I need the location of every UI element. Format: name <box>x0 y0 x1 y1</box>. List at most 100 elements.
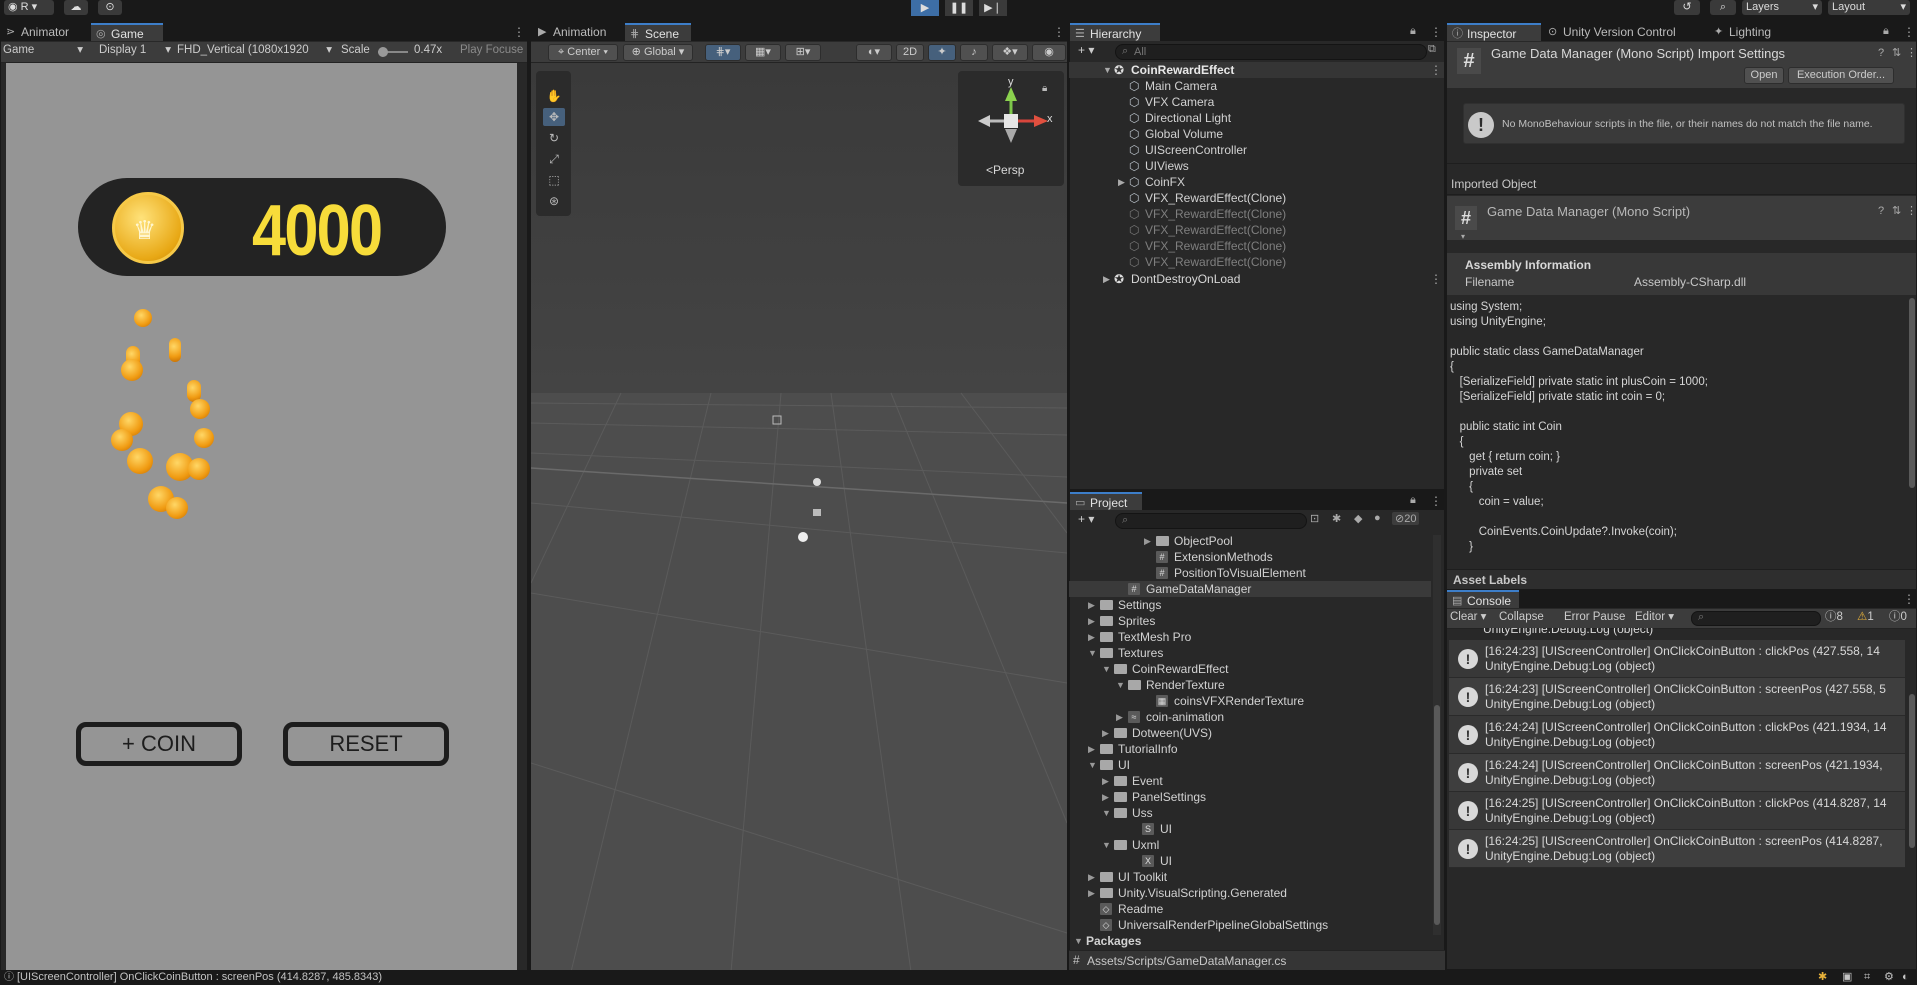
project-item[interactable]: ▶ TutorialInfo <box>1069 741 1431 757</box>
tab-animator[interactable]: ⋗ Animator <box>1 23 91 41</box>
effects-button[interactable]: ❖▾ <box>992 44 1028 61</box>
project-search-input[interactable]: ⌕ <box>1115 513 1307 529</box>
preset-icon[interactable]: ⇅ <box>1892 204 1901 217</box>
search-icon[interactable]: ⌕ <box>1710 0 1736 15</box>
scene-viewport[interactable] <box>531 63 1067 972</box>
display-mode-dropdown[interactable]: Game ▾ <box>3 42 85 59</box>
play-button[interactable]: ▶ <box>911 0 939 16</box>
tab-inspector[interactable]: ⓘ Inspector <box>1447 23 1541 41</box>
search-options-icon[interactable]: ⧉ <box>1428 43 1436 56</box>
hierarchy-item[interactable]: ⬡ VFX_RewardEffect(Clone) <box>1069 238 1444 254</box>
progress-icon[interactable]: ✱ <box>1818 970 1827 985</box>
project-item[interactable]: ▼ Packages <box>1069 933 1431 949</box>
project-item[interactable]: # GameDataManager <box>1069 581 1431 597</box>
snap-increment-button[interactable]: ⊞▾ <box>785 44 821 61</box>
lock-icon[interactable]: 🔒︎ <box>1410 494 1416 507</box>
project-item[interactable]: ◇ UniversalRenderPipelineGlobalSettings <box>1069 917 1431 933</box>
console-scrollbar[interactable] <box>1909 694 1915 848</box>
console-log-row[interactable]: ! [16:24:24] [UIScreenController] OnClick… <box>1449 754 1905 792</box>
warning-count-toggle[interactable]: ⚠1 <box>1857 609 1885 626</box>
project-item[interactable]: X UI <box>1069 853 1431 869</box>
expand-arrow-icon[interactable]: ▶ <box>1102 725 1109 741</box>
expand-arrow-icon[interactable]: ▶ <box>1088 597 1095 613</box>
scrollbar-thumb[interactable] <box>1434 705 1440 925</box>
layout-dropdown[interactable]: Layout ▾ <box>1828 0 1910 15</box>
project-item[interactable]: ▼ UI <box>1069 757 1431 773</box>
panel-menu-icon[interactable]: ⋮ <box>1430 494 1442 508</box>
tab-lighting[interactable]: ✦ Lighting <box>1709 23 1789 41</box>
project-item[interactable]: S UI <box>1069 821 1431 837</box>
console-log-row[interactable]: ! [16:24:23] [UIScreenController] OnClick… <box>1449 678 1905 716</box>
project-item[interactable]: ▼ CoinRewardEffect <box>1069 661 1431 677</box>
project-item[interactable]: # PositionToVisualElement <box>1069 565 1431 581</box>
hierarchy-scene-row[interactable]: ▼ ✪ CoinRewardEffect ⋮ <box>1069 62 1444 78</box>
project-scrollbar[interactable] <box>1433 535 1441 935</box>
project-item[interactable]: ▶ ObjectPool <box>1069 533 1431 549</box>
rect-tool-icon[interactable]: ⬚ <box>543 171 565 189</box>
editor-dropdown[interactable]: Editor ▾ <box>1635 609 1685 626</box>
filter-label-icon[interactable]: ◆ <box>1354 512 1362 525</box>
console-log-row[interactable]: ! [16:24:25] [UIScreenController] OnClick… <box>1449 830 1905 868</box>
grid-snap-button[interactable]: ⋕▾ <box>705 44 741 61</box>
hand-tool-icon[interactable]: ✋ <box>543 87 565 105</box>
expand-arrow-icon[interactable]: ▶ <box>1088 869 1095 885</box>
hierarchy-item[interactable]: ⬡ UIViews <box>1069 158 1444 174</box>
expand-arrow-icon[interactable]: ▶ <box>1088 613 1095 629</box>
lock-icon[interactable]: 🔒︎ <box>1883 25 1889 38</box>
expand-arrow-icon[interactable]: ▶ <box>1088 629 1095 645</box>
collapse-arrow-icon[interactable]: ▼ <box>1088 645 1097 661</box>
lock-icon[interactable]: 🔒︎ <box>1410 25 1416 38</box>
preset-icon[interactable]: ⇅ <box>1892 46 1901 59</box>
rotate-tool-icon[interactable]: ↻ <box>543 129 565 147</box>
tab-animation[interactable]: ▶ Animation <box>533 23 625 41</box>
network-icon[interactable]: ▣ <box>1842 970 1852 985</box>
clear-button[interactable]: Clear ▾ <box>1450 609 1494 626</box>
project-item[interactable]: ▶ Settings <box>1069 597 1431 613</box>
collapse-button[interactable]: Collapse <box>1499 609 1547 626</box>
shading-mode-button[interactable]: ◐▾ <box>856 44 892 61</box>
tab-scene[interactable]: ⋕ Scene <box>625 23 691 41</box>
expand-arrow-icon[interactable]: ▼ <box>1103 62 1112 78</box>
context-menu-icon[interactable]: ⋮ <box>1906 46 1917 59</box>
project-item[interactable]: ▼ Textures <box>1069 645 1431 661</box>
info-count-toggle[interactable]: ⓘ8 <box>1825 609 1853 626</box>
panel-menu-icon[interactable]: ⋮ <box>1903 592 1915 606</box>
help-icon[interactable]: ? <box>1878 47 1884 59</box>
row-menu-icon[interactable]: ⋮ <box>1430 271 1442 287</box>
expand-arrow-icon[interactable]: ▶ <box>1118 174 1125 190</box>
scale-tool-icon[interactable]: ⤢ <box>543 150 565 168</box>
hierarchy-item[interactable]: ⬡ Global Volume <box>1069 126 1444 142</box>
expand-arrow-icon[interactable]: ▶ <box>1102 773 1109 789</box>
hierarchy-item[interactable]: ⬡ VFX_RewardEffect(Clone) <box>1069 222 1444 238</box>
collapse-arrow-icon[interactable]: ▼ <box>1102 805 1111 821</box>
row-menu-icon[interactable]: ⋮ <box>1430 62 1442 78</box>
display-dropdown[interactable]: Display 1 ▾ <box>99 42 171 59</box>
cloud-icon[interactable]: ☁ <box>64 0 88 15</box>
tab-console[interactable]: ▤ Console <box>1447 590 1519 608</box>
collapse-arrow-icon[interactable]: ▼ <box>1102 661 1111 677</box>
project-item[interactable]: ▶ Sprites <box>1069 613 1431 629</box>
collapse-arrow-icon[interactable]: ▼ <box>1116 677 1125 693</box>
play-focused-dropdown[interactable]: Play Focuse <box>460 42 528 59</box>
hierarchy-item[interactable]: ⬡ UIScreenController <box>1069 142 1444 158</box>
lock-icon[interactable]: 🔒︎ <box>1042 83 1047 94</box>
scale-slider-handle[interactable] <box>378 47 388 57</box>
expand-arrow-icon[interactable]: ▶ <box>1103 271 1110 287</box>
project-item[interactable]: ▦ coinsVFXRenderTexture <box>1069 693 1431 709</box>
project-item[interactable]: ▶ PanelSettings <box>1069 789 1431 805</box>
resolution-dropdown[interactable]: FHD_Vertical (1080x1920 ▾ <box>177 42 332 59</box>
tab-version-control[interactable]: ⊙ Unity Version Control <box>1543 23 1707 41</box>
hierarchy-item[interactable]: ⬡ VFX_RewardEffect(Clone) <box>1069 190 1444 206</box>
add-coin-button[interactable]: + COIN <box>76 722 242 766</box>
filter-type-icon[interactable]: ✱ <box>1332 512 1341 525</box>
console-search-input[interactable]: ⌕ <box>1691 611 1821 626</box>
expand-arrow-icon[interactable]: ▶ <box>1144 533 1151 549</box>
project-item[interactable]: ◇ Readme <box>1069 901 1431 917</box>
expand-arrow-icon[interactable]: ▶ <box>1116 709 1123 725</box>
account-dropdown[interactable]: ◉ R ▾ <box>4 0 54 15</box>
dropdown-icon[interactable]: ▾ <box>1461 232 1465 241</box>
project-item[interactable]: ▶ UI Toolkit <box>1069 869 1431 885</box>
open-button[interactable]: Open <box>1744 67 1784 84</box>
reset-button[interactable]: RESET <box>283 722 449 766</box>
hierarchy-item[interactable]: ⬡ VFX_RewardEffect(Clone) <box>1069 206 1444 222</box>
